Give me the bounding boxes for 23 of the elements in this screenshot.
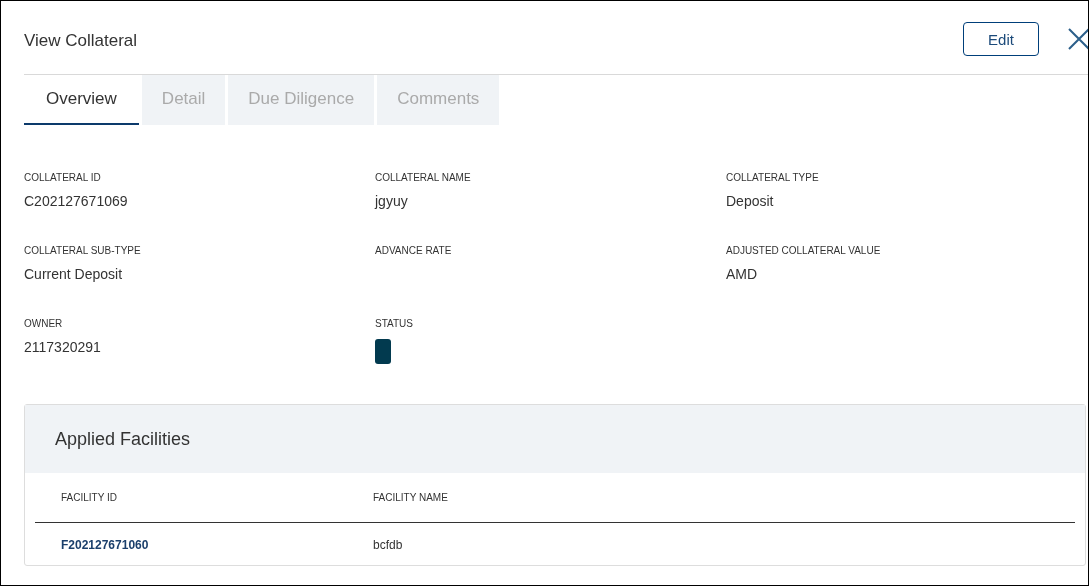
column-header: FACILITY ID [61,492,118,503]
field-value: Current Deposit [24,266,124,282]
card-title: Applied Facilities [55,428,191,450]
facility-link[interactable]: F202127671060 [61,538,373,552]
field-label: COLLATERAL ID [24,172,102,183]
column-header: FACILITY NAME [373,492,449,503]
window-title: View Collateral [24,30,139,51]
close-icon[interactable] [1067,27,1088,51]
field-label: COLLATERAL TYPE [726,172,820,183]
table-cell-text: bcfdb [373,538,404,552]
field-value: Deposit [726,193,775,209]
field-value: C202127671069 [24,193,129,209]
field-label: ADJUSTED COLLATERAL VALUE [726,245,882,256]
field-value: 2117320291 [24,339,102,355]
status-badge [375,339,391,364]
field-label: COLLATERAL NAME [375,172,472,183]
field-value: AMD [726,266,759,282]
edit-button[interactable]: Edit [963,22,1039,56]
field-value: jgyuy [375,193,409,209]
field-label: OWNER [24,318,64,329]
field-label: ADVANCE RATE [375,245,453,256]
field-label: STATUS [375,318,414,329]
field-label: COLLATERAL SUB-TYPE [24,245,142,256]
